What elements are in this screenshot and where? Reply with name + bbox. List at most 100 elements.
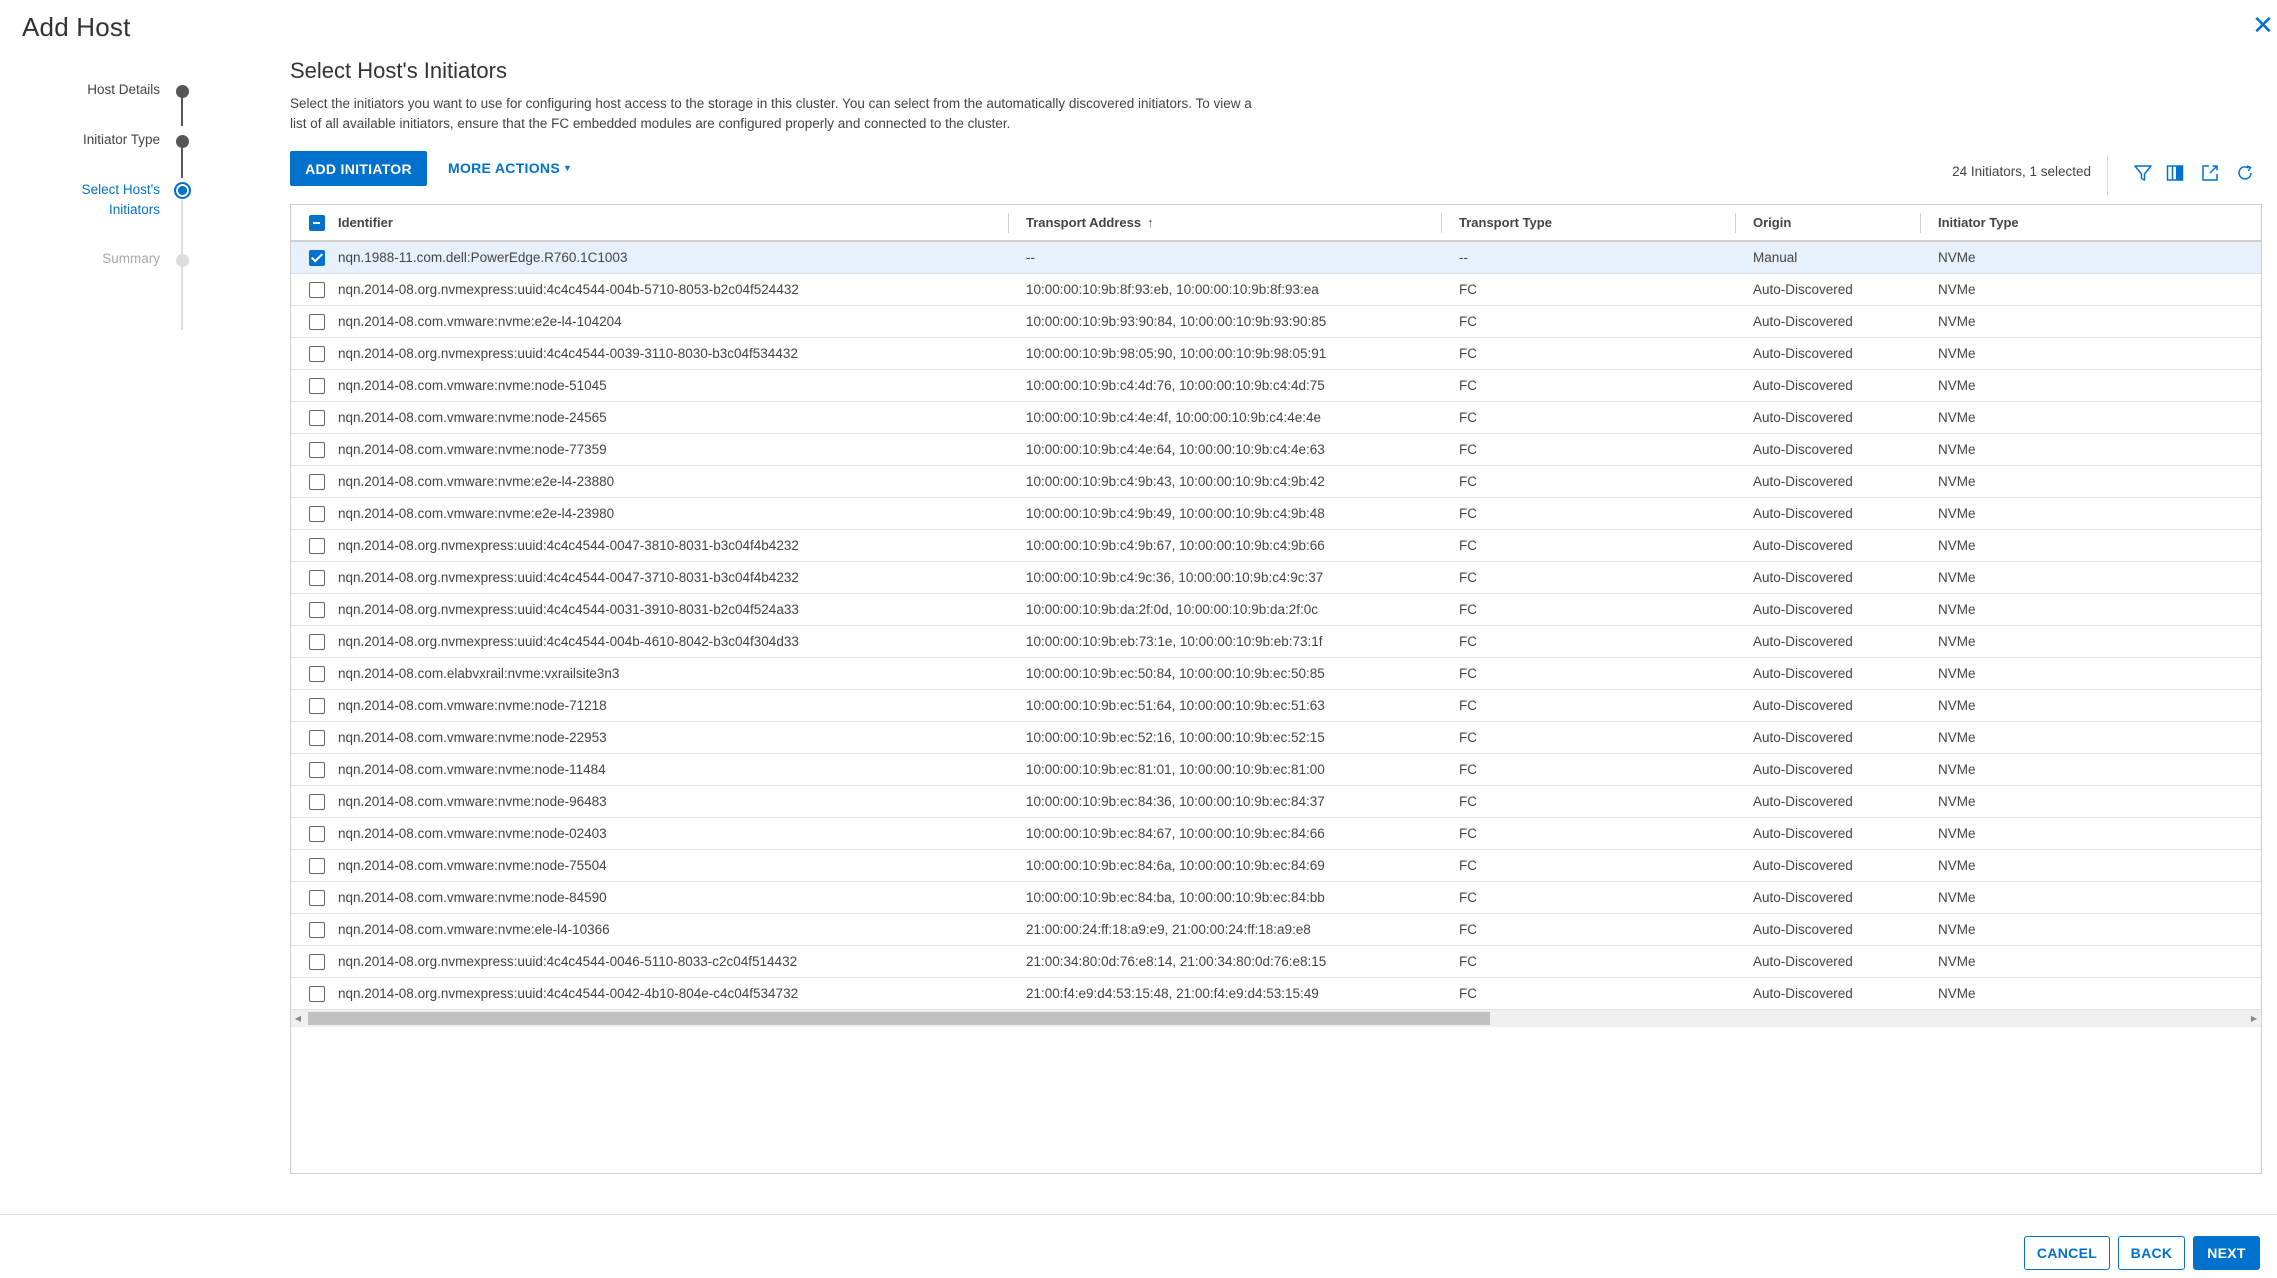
row-checkbox[interactable] [309, 570, 325, 586]
row-checkbox[interactable] [309, 410, 325, 426]
row-checkbox[interactable] [309, 506, 325, 522]
row-checkbox[interactable] [309, 378, 325, 394]
table-row[interactable]: nqn.2014-08.com.vmware:nvme:node-75504 10… [291, 850, 2261, 882]
cell-origin: Auto-Discovered [1753, 378, 1853, 393]
table-row[interactable]: nqn.2014-08.com.vmware:nvme:node-02403 10… [291, 818, 2261, 850]
filter-button[interactable] [2133, 163, 2153, 183]
table-row[interactable]: nqn.2014-08.org.nvmexpress:uuid:4c4c4544… [291, 338, 2261, 370]
table-row[interactable]: nqn.2014-08.com.vmware:nvme:node-77359 10… [291, 434, 2261, 466]
horizontal-scrollbar[interactable]: ◀ ▶ [291, 1010, 2261, 1027]
back-button[interactable]: BACK [2118, 1236, 2185, 1270]
table-row[interactable]: nqn.2014-08.org.nvmexpress:uuid:4c4c4544… [291, 594, 2261, 626]
cell-origin: Auto-Discovered [1753, 314, 1853, 329]
row-checkbox[interactable] [309, 890, 325, 906]
cell-identifier: nqn.2014-08.org.nvmexpress:uuid:4c4c4544… [338, 954, 798, 969]
column-toggle-button[interactable] [2165, 163, 2185, 183]
cell-transport-address: 10:00:00:10:9b:c4:4d:76, 10:00:00:10:9b:… [1026, 378, 1325, 393]
cell-initiator-type: NVMe [1938, 666, 1976, 681]
cell-transport-address: 10:00:00:10:9b:8f:93:eb, 10:00:00:10:9b:… [1026, 282, 1319, 297]
table-header: Identifier Transport Address ↑ Transport … [291, 205, 2261, 242]
table-row[interactable]: nqn.2014-08.com.vmware:nvme:node-71218 10… [291, 690, 2261, 722]
export-button[interactable] [2200, 163, 2220, 183]
table-row[interactable]: nqn.1988-11.com.dell:PowerEdge.R760.1C10… [291, 242, 2261, 274]
table-row[interactable]: nqn.2014-08.com.vmware:nvme:node-24565 10… [291, 402, 2261, 434]
cell-origin: Auto-Discovered [1753, 506, 1853, 521]
table-row[interactable]: nqn.2014-08.com.vmware:nvme:node-11484 10… [291, 754, 2261, 786]
cell-transport-type: FC [1459, 314, 1477, 329]
cancel-button[interactable]: CANCEL [2024, 1236, 2110, 1270]
step-summary: Summary [102, 251, 160, 266]
table-row[interactable]: nqn.2014-08.org.nvmexpress:uuid:4c4c4544… [291, 530, 2261, 562]
cell-identifier: nqn.2014-08.com.vmware:nvme:node-02403 [338, 826, 607, 841]
table-row[interactable]: nqn.2014-08.com.vmware:nvme:node-96483 10… [291, 786, 2261, 818]
table-row[interactable]: nqn.2014-08.com.vmware:nvme:e2e-l4-23880… [291, 466, 2261, 498]
column-header-label: Transport Address [1026, 215, 1142, 230]
cell-transport-address: 10:00:00:10:9b:ec:84:6a, 10:00:00:10:9b:… [1026, 858, 1325, 873]
table-row[interactable]: nqn.2014-08.com.vmware:nvme:node-22953 10… [291, 722, 2261, 754]
table-row[interactable]: nqn.2014-08.com.vmware:nvme:ele-l4-10366… [291, 914, 2261, 946]
cell-transport-address: 21:00:f4:e9:d4:53:15:48, 21:00:f4:e9:d4:… [1026, 986, 1319, 1001]
table-row[interactable]: nqn.2014-08.org.nvmexpress:uuid:4c4c4544… [291, 562, 2261, 594]
row-checkbox[interactable] [309, 666, 325, 682]
cell-initiator-type: NVMe [1938, 314, 1976, 329]
table-row[interactable]: nqn.2014-08.org.nvmexpress:uuid:4c4c4544… [291, 626, 2261, 658]
row-checkbox[interactable] [309, 282, 325, 298]
row-checkbox[interactable] [309, 954, 325, 970]
row-checkbox[interactable] [309, 314, 325, 330]
column-header-origin[interactable]: Origin [1735, 205, 1791, 240]
table-row[interactable]: nqn.2014-08.org.nvmexpress:uuid:4c4c4544… [291, 978, 2261, 1010]
row-checkbox[interactable] [309, 346, 325, 362]
cell-origin: Auto-Discovered [1753, 538, 1853, 553]
table-row[interactable]: nqn.2014-08.org.nvmexpress:uuid:4c4c4544… [291, 274, 2261, 306]
column-header-initiator-type[interactable]: Initiator Type [1920, 205, 2019, 240]
column-header-identifier[interactable]: Identifier [320, 205, 393, 240]
cell-transport-type: FC [1459, 346, 1477, 361]
row-checkbox[interactable] [309, 250, 325, 266]
step-initiator-type[interactable]: Initiator Type [83, 130, 160, 150]
cell-transport-type: FC [1459, 602, 1477, 617]
table-row[interactable]: nqn.2014-08.com.vmware:nvme:e2e-l4-23980… [291, 498, 2261, 530]
refresh-button[interactable] [2235, 163, 2255, 183]
column-header-transport-type[interactable]: Transport Type [1441, 205, 1552, 240]
scrollbar-thumb[interactable] [308, 1012, 1490, 1025]
row-checkbox[interactable] [309, 698, 325, 714]
cell-initiator-type: NVMe [1938, 858, 1976, 873]
cell-transport-type: FC [1459, 922, 1477, 937]
row-checkbox[interactable] [309, 538, 325, 554]
cell-transport-type: FC [1459, 378, 1477, 393]
add-initiator-button[interactable]: ADD INITIATOR [290, 151, 427, 186]
cell-initiator-type: NVMe [1938, 474, 1976, 489]
table-row[interactable]: nqn.2014-08.com.vmware:nvme:node-84590 10… [291, 882, 2261, 914]
cell-transport-type: FC [1459, 506, 1477, 521]
row-checkbox[interactable] [309, 602, 325, 618]
step-select-initiators[interactable]: Select Host's Initiators [82, 180, 160, 220]
next-button[interactable]: NEXT [2193, 1236, 2260, 1270]
row-checkbox[interactable] [309, 442, 325, 458]
row-checkbox[interactable] [309, 986, 325, 1002]
row-checkbox[interactable] [309, 794, 325, 810]
step-host-details[interactable]: Host Details [87, 80, 160, 100]
modal-title: Add Host [22, 12, 131, 42]
cell-transport-type: FC [1459, 474, 1477, 489]
table-row[interactable]: nqn.2014-08.org.nvmexpress:uuid:4c4c4544… [291, 946, 2261, 978]
cell-origin: Auto-Discovered [1753, 986, 1853, 1001]
table-row[interactable]: nqn.2014-08.com.elabvxrail:nvme:vxrailsi… [291, 658, 2261, 690]
scroll-left-arrow-icon[interactable]: ◀ [291, 1010, 305, 1027]
more-actions-dropdown[interactable]: MORE ACTIONS ▼ [448, 151, 572, 186]
cell-transport-address: 10:00:00:10:9b:da:2f:0d, 10:00:00:10:9b:… [1026, 602, 1318, 617]
row-checkbox[interactable] [309, 858, 325, 874]
row-checkbox[interactable] [309, 762, 325, 778]
cell-transport-address: 10:00:00:10:9b:ec:84:ba, 10:00:00:10:9b:… [1026, 890, 1325, 905]
table-row[interactable]: nqn.2014-08.com.vmware:nvme:node-51045 10… [291, 370, 2261, 402]
row-checkbox[interactable] [309, 634, 325, 650]
scroll-right-arrow-icon[interactable]: ▶ [2247, 1010, 2261, 1027]
wizard-stepper: Host Details Initiator Type Select Host'… [0, 76, 200, 330]
row-checkbox[interactable] [309, 826, 325, 842]
table-row[interactable]: nqn.2014-08.com.vmware:nvme:e2e-l4-10420… [291, 306, 2261, 338]
row-checkbox[interactable] [309, 474, 325, 490]
row-checkbox[interactable] [309, 922, 325, 938]
close-button[interactable]: ✕ [2251, 12, 2275, 38]
column-header-transport-address[interactable]: Transport Address ↑ [1008, 205, 1154, 240]
cell-origin: Auto-Discovered [1753, 634, 1853, 649]
row-checkbox[interactable] [309, 730, 325, 746]
